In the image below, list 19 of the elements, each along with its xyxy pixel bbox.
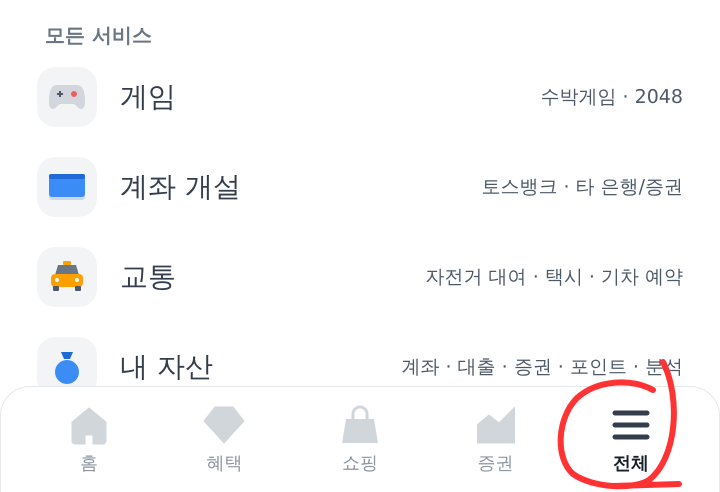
service-description: 수박게임 · 2048	[540, 85, 683, 110]
gamepad-icon	[49, 84, 85, 110]
service-name: 게임	[120, 79, 176, 115]
service-row[interactable]: 교통 자전거 대여 · 택시 · 기차 예약	[0, 232, 720, 322]
home-icon	[70, 405, 108, 445]
service-name: 계좌 개설	[120, 169, 241, 205]
card-icon	[49, 174, 85, 200]
service-description: 자전거 대여 · 택시 · 기차 예약	[426, 265, 683, 290]
service-row[interactable]: 게임 수박게임 · 2048	[0, 52, 720, 142]
tab[interactable]: 전체	[576, 387, 686, 492]
chart-icon	[476, 405, 515, 445]
diamond-icon	[203, 405, 246, 445]
bag-icon	[340, 405, 380, 445]
service-row[interactable]: 계좌 개설 토스뱅크 · 타 은행/증권	[0, 142, 720, 232]
service-name: 내 자산	[120, 349, 213, 385]
service-name: 교통	[120, 259, 176, 295]
taxi-icon	[50, 261, 84, 293]
service-description: 토스뱅크 · 타 은행/증권	[481, 175, 683, 200]
section-title: 모든 서비스	[44, 22, 153, 49]
